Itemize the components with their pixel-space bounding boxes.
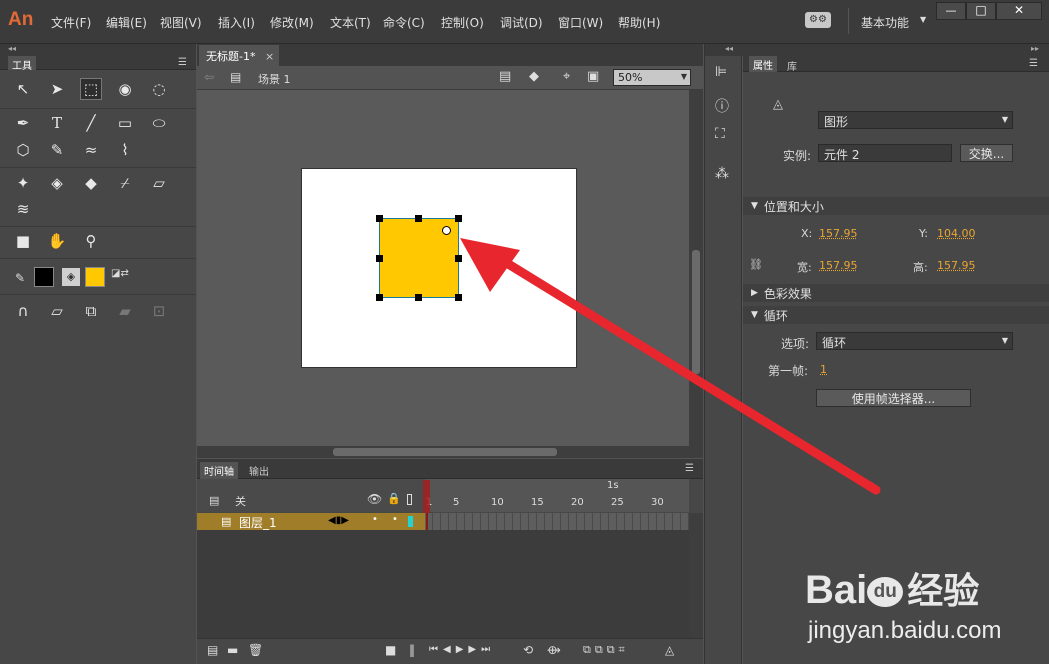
arrow-shaft xyxy=(500,257,881,495)
annotation-arrow xyxy=(460,238,881,495)
watermark-brand: Bai xyxy=(805,568,868,612)
watermark-paw: du xyxy=(867,577,904,608)
watermark-url: jingyan.baidu.com xyxy=(808,617,1002,644)
watermark-cn: 经验 xyxy=(907,570,980,611)
baidu-watermark-logo: Bai du 经验 xyxy=(805,570,979,611)
